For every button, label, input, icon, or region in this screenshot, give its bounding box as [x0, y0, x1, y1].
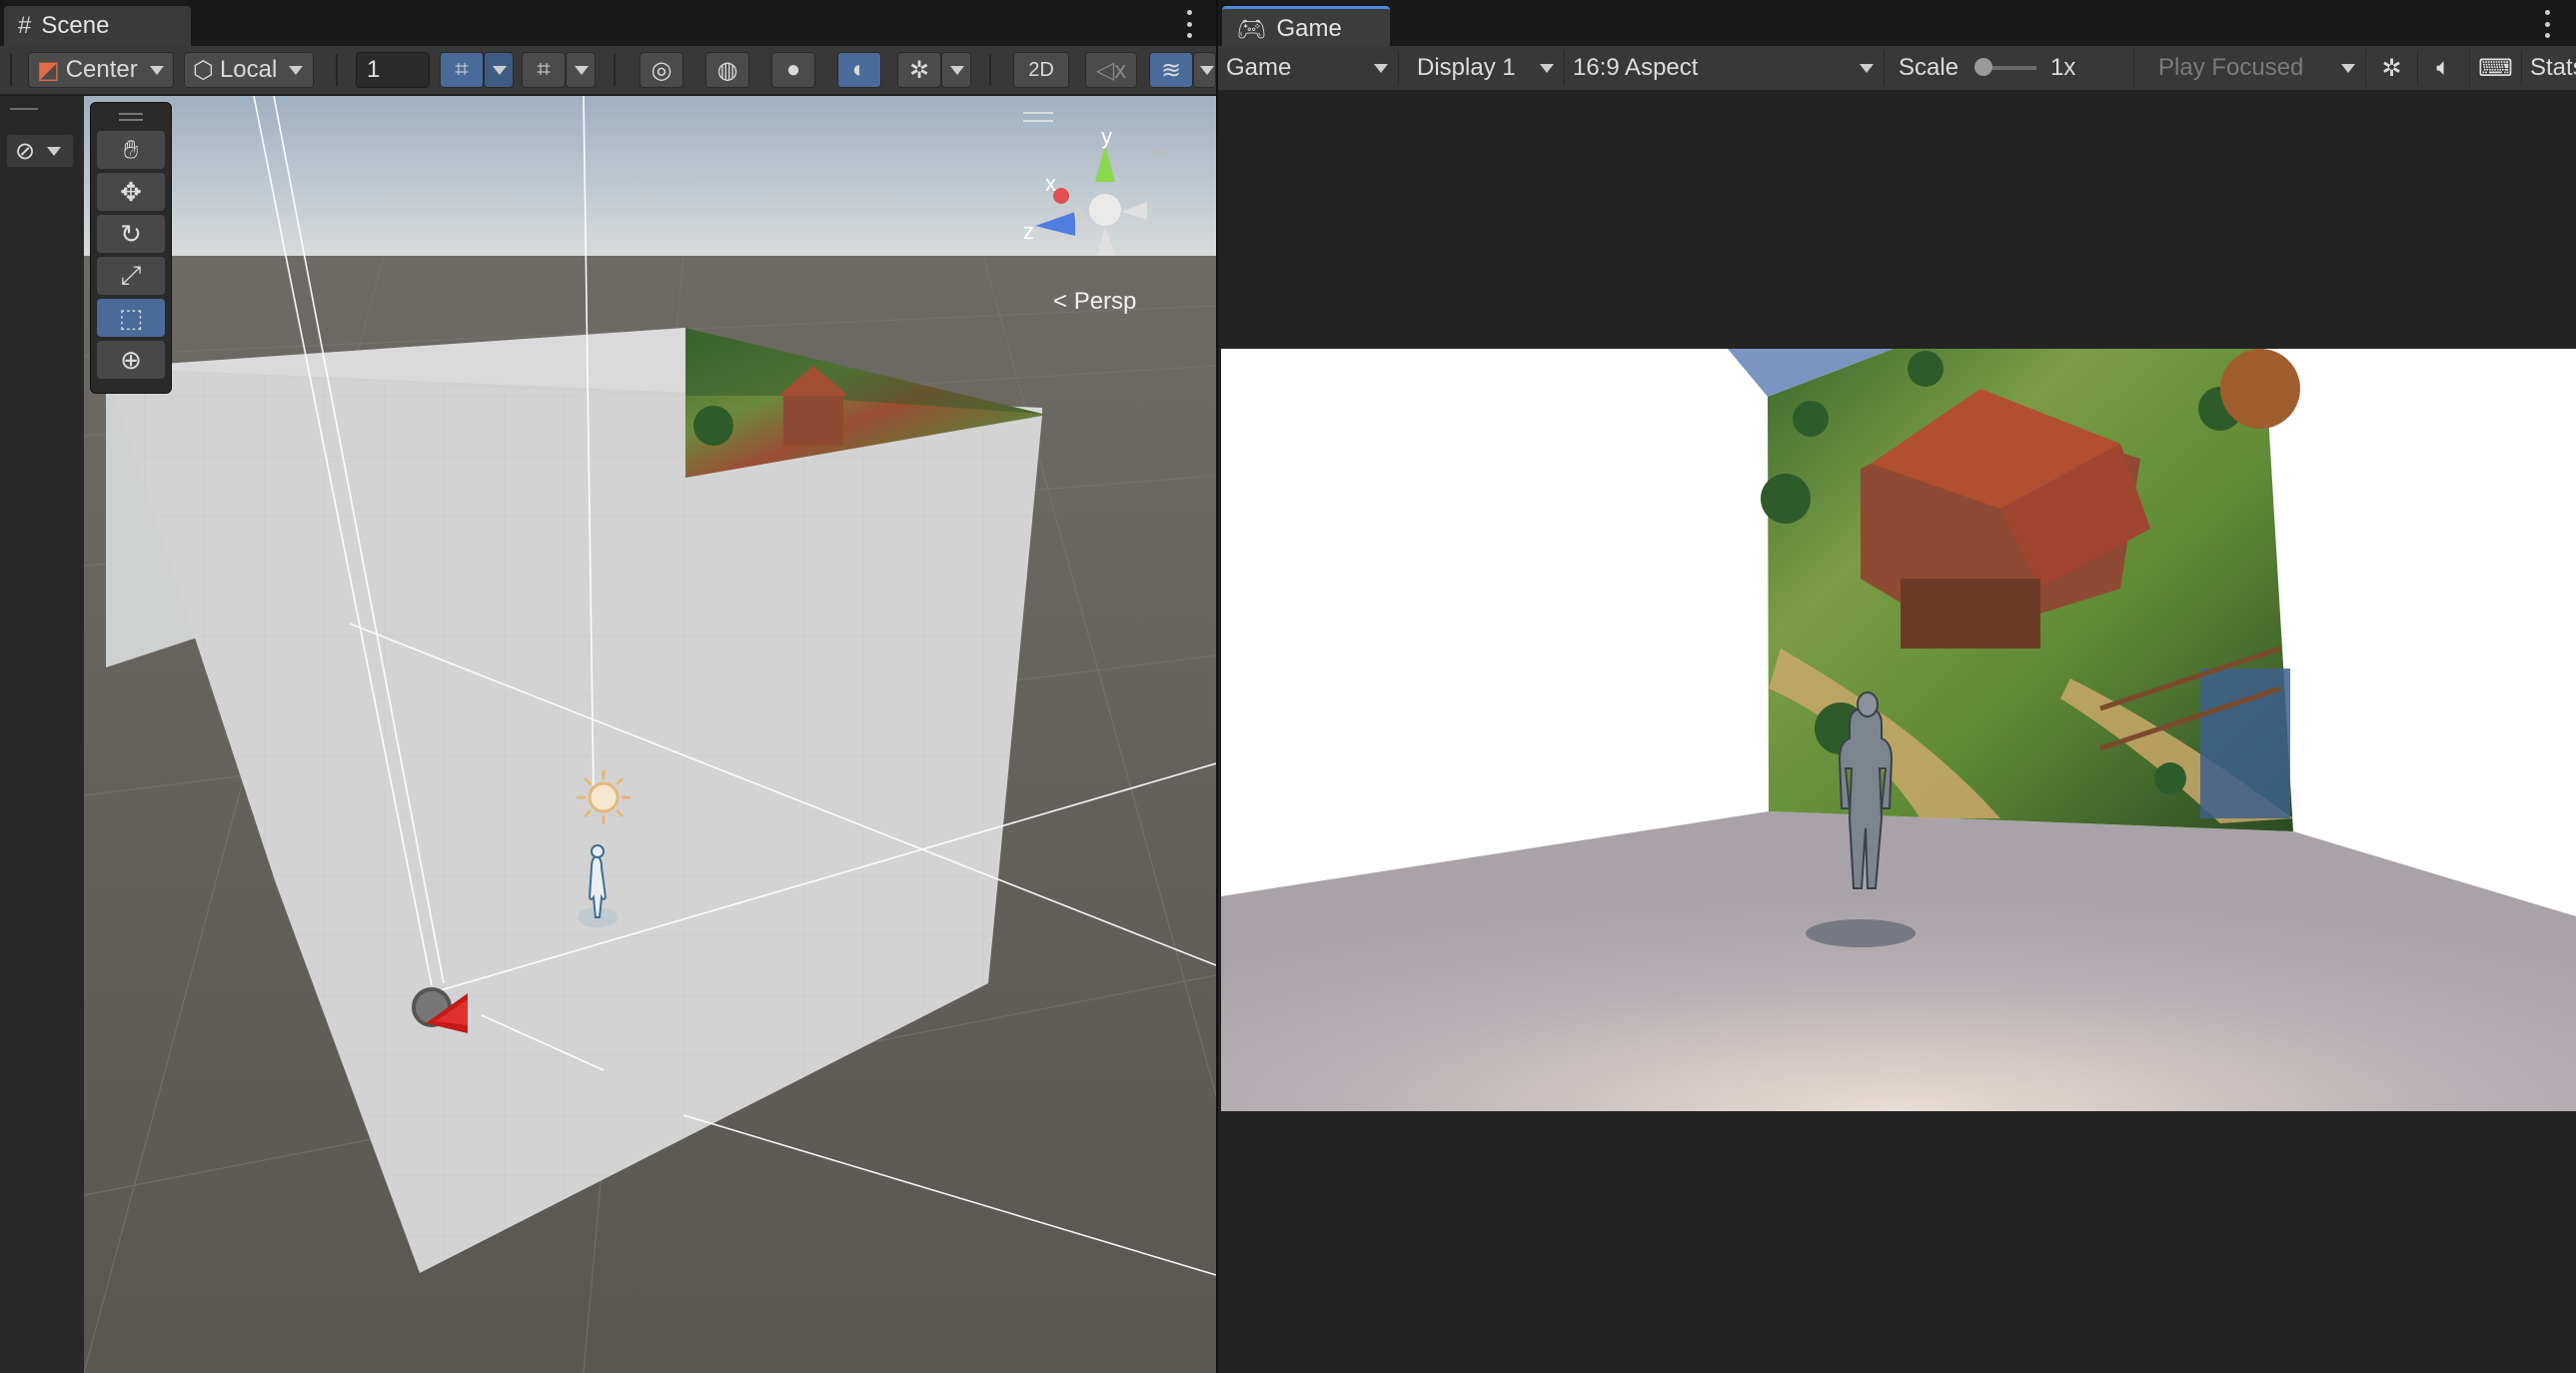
gizmos-bug-button[interactable]: ✲ — [2366, 50, 2418, 86]
pivot-label: Center — [65, 56, 138, 83]
stats-label: Stats — [2530, 54, 2576, 81]
lit-sphere-icon: ◐ — [851, 56, 867, 83]
strip-handle[interactable] — [10, 108, 38, 110]
lit-shading-button[interactable]: ◐ — [837, 52, 881, 88]
tab-scene[interactable]: # Scene — [4, 6, 191, 46]
aspect-dropdown[interactable]: 16:9 Aspect — [1565, 50, 1885, 86]
increment-snap-toggle[interactable]: ⌗ — [522, 52, 566, 88]
tab-game-label: Game — [1276, 15, 1342, 42]
keyboard-button[interactable]: ⌨︎ — [2470, 50, 2522, 86]
unlit-shading-button[interactable]: ● — [771, 52, 815, 88]
rect-transform-icon: ⬚ — [118, 302, 144, 333]
rotate-tool-button[interactable]: ↻ — [97, 215, 165, 253]
gizmo-x-label: x — [1045, 171, 1056, 196]
aspect-label: 16:9 Aspect — [1573, 54, 1699, 81]
space-label: Local — [219, 56, 278, 83]
projection-toggle[interactable]: < Persp — [1053, 288, 1136, 316]
toggle-2d-button[interactable]: 2D — [1013, 52, 1069, 88]
play-focused-dropdown[interactable]: Play Focused — [2134, 50, 2366, 86]
lock-icon[interactable]: 🔒︎ — [1153, 142, 1162, 160]
overlay-strip: ⊘ — [0, 96, 84, 1373]
space-dropdown[interactable]: ⬡ Local — [184, 52, 314, 88]
game-render — [1221, 349, 2576, 1111]
audio-button[interactable]: 🔈︎ — [2418, 50, 2470, 86]
display-dropdown[interactable]: Display 1 — [1399, 50, 1565, 86]
scale-slider-thumb[interactable] — [1974, 58, 1993, 76]
shaded-wireframe-button[interactable]: ◍ — [705, 52, 749, 88]
move-tool-button[interactable]: ✥ — [97, 173, 165, 211]
effects-dropdown[interactable] — [1193, 52, 1216, 88]
shaded-wire-sphere-icon: ◍ — [716, 56, 738, 84]
display-label: Display 1 — [1417, 54, 1516, 81]
scene-toolbar: ◩ Center ⬡ Local 1 ⌗ ⌗ ◎ ◍ ● ◐ ✲ 2D ◁x ≋ — [0, 46, 1216, 95]
wireframe-shading-button[interactable]: ◎ — [640, 52, 683, 88]
game-panel: 🎮︎ Game Game Display 1 16:9 Aspect Scale… — [1218, 0, 2576, 1373]
scene-viewport[interactable]: < Persp y x z 🔒︎ — [84, 96, 1216, 1373]
cube-icon: ⬡ — [193, 56, 214, 84]
increment-snap-dropdown[interactable] — [566, 52, 596, 88]
game-tabbar: 🎮︎ Game — [1218, 0, 2576, 49]
tool-palette: ✋︎ ✥ ↻ ⤢ ⬚ ⊕ — [90, 102, 172, 394]
pivot-dropdown[interactable]: ◩ Center — [28, 52, 174, 88]
gamepad-icon: 🎮︎ — [1236, 15, 1267, 43]
pivot-icon: ◩ — [37, 56, 60, 84]
game-toolbar: Game Display 1 16:9 Aspect Scale 1x Play… — [1218, 46, 2576, 91]
gizmo-handle[interactable] — [1023, 112, 1053, 122]
keyboard-icon: ⌨︎ — [2478, 54, 2513, 82]
game-more-menu-icon[interactable] — [2541, 10, 2553, 38]
perspective-icon: < — [1053, 288, 1068, 315]
speaker-icon: 🔈︎ — [2436, 54, 2451, 81]
gizmo-y-label: y — [1101, 124, 1112, 149]
wireframe-sphere-icon: ◎ — [650, 56, 672, 84]
audio-off-icon: ◁x — [1095, 56, 1127, 84]
scale-value: 1x — [2050, 54, 2076, 81]
grid-snap-dropdown[interactable] — [484, 52, 514, 88]
compass-icon: ⊘ — [15, 137, 36, 165]
scale-control: Scale 1x — [1885, 50, 2134, 86]
scene-panel: # Scene ◩ Center ⬡ Local 1 ⌗ ⌗ ◎ ◍ ● ◐ ✲ — [0, 0, 1216, 1373]
scale-slider[interactable] — [1974, 58, 2037, 76]
scale-label: Scale — [1899, 54, 1959, 81]
rotate-icon: ↻ — [120, 218, 142, 249]
game-mode-label: Game — [1226, 54, 1292, 81]
solid-sphere-icon: ● — [785, 56, 801, 83]
gizmo-z-label: z — [1023, 219, 1034, 244]
hand-icon: ✋︎ — [123, 134, 139, 164]
directional-light-icon[interactable] — [577, 770, 631, 824]
debug-draw-dropdown[interactable] — [941, 52, 971, 88]
play-focused-label: Play Focused — [2158, 54, 2304, 81]
audio-mute-button[interactable]: ◁x — [1085, 52, 1137, 88]
tab-scene-label: Scene — [41, 12, 110, 39]
toggle-2d-label: 2D — [1028, 58, 1054, 81]
bug-icon: ✲ — [2381, 54, 2402, 82]
scene-more-menu-icon[interactable] — [1183, 10, 1195, 38]
grid-hash-icon: # — [18, 12, 32, 39]
orientation-overlay-dropdown[interactable]: ⊘ — [6, 134, 74, 168]
hand-tool-button[interactable]: ✋︎ — [97, 131, 165, 169]
scale-icon: ⤢ — [120, 260, 142, 290]
transform-tool-button[interactable]: ⊕ — [97, 341, 165, 379]
scene-tabbar: # Scene — [0, 0, 1216, 47]
rect-tool-button[interactable]: ⬚ — [97, 299, 165, 337]
debug-draw-mode-button[interactable]: ✲ — [897, 52, 941, 88]
scene-render — [84, 96, 1216, 1373]
game-view[interactable] — [1221, 349, 2576, 1111]
transform-icon: ⊕ — [120, 344, 142, 375]
snap-magnet-icon: ⌗ — [537, 56, 551, 83]
projection-label: Persp — [1073, 288, 1137, 315]
grid-snap-icon: ⌗ — [455, 56, 469, 83]
grid-snap-toggle[interactable]: ⌗ — [440, 52, 484, 88]
bug-icon: ✲ — [908, 56, 930, 84]
effects-toggle[interactable]: ≋ — [1149, 52, 1193, 88]
palette-handle[interactable] — [119, 113, 143, 121]
grid-size-input[interactable]: 1 — [356, 52, 430, 88]
tab-game[interactable]: 🎮︎ Game — [1222, 6, 1390, 49]
stats-button[interactable]: Stats — [2522, 50, 2576, 86]
scene-gizmo[interactable]: y x z 🔒︎ — [1023, 112, 1183, 266]
scale-tool-button[interactable]: ⤢ — [97, 257, 165, 295]
move-arrows-icon: ✥ — [120, 176, 142, 207]
layers-icon: ≋ — [1160, 56, 1182, 84]
game-mode-dropdown[interactable]: Game — [1218, 50, 1399, 86]
